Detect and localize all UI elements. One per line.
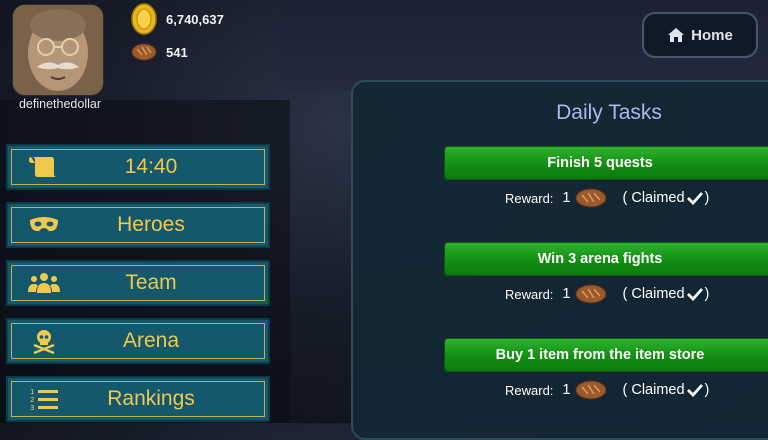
menu-item-timer[interactable]: 14:40 [6, 144, 270, 190]
bread-amount: 541 [166, 44, 188, 60]
task-bar-3[interactable]: Buy 1 item from the item store [444, 338, 768, 372]
scroll-icon [29, 157, 57, 177]
bread-icon [575, 284, 606, 304]
menu-item-arena[interactable]: Arena [6, 318, 270, 364]
claimed-close: ) [704, 286, 710, 302]
check-icon [686, 192, 703, 205]
check-icon [686, 384, 703, 397]
task-reward-3: Reward: 1 ( Claimed ) [505, 379, 709, 401]
menu-label-rankings: Rankings [107, 387, 195, 410]
task-reward-2: Reward: 1 ( Claimed ) [505, 283, 709, 305]
svg-text:1: 1 [30, 388, 34, 396]
panel-title: Daily Tasks [556, 101, 662, 124]
menu-label-arena: Arena [122, 329, 180, 352]
home-label: Home [691, 26, 733, 44]
claimed-status: ( Claimed ) [623, 286, 710, 302]
task-bar-2[interactable]: Win 3 arena fights [444, 242, 768, 276]
claimed-status: ( Claimed ) [623, 382, 710, 398]
claimed-status: ( Claimed ) [623, 190, 710, 206]
menu-item-heroes[interactable]: Heroes [6, 202, 270, 248]
bread-counter: 541 [131, 41, 188, 63]
home-icon [668, 28, 685, 42]
svg-text:3: 3 [30, 404, 34, 411]
reward-label: Reward: [505, 286, 554, 302]
claimed-close: ) [704, 190, 710, 206]
skull-crossbones-icon [33, 330, 55, 354]
menu-label-heroes: Heroes [117, 213, 185, 236]
menu-label-timer: 14:40 [124, 155, 178, 178]
reward-label: Reward: [505, 382, 554, 398]
reward-label: Reward: [505, 190, 554, 206]
gold-amount: 6,740,637 [166, 11, 224, 27]
username: definethedollar [18, 97, 101, 111]
check-icon [686, 288, 703, 301]
bread-icon [575, 188, 606, 208]
task-reward-1: Reward: 1 ( Claimed ) [505, 187, 709, 209]
claimed-text: ( Claimed [622, 286, 685, 302]
menu-item-team[interactable]: Team [6, 260, 270, 306]
reward-qty: 1 [562, 286, 571, 302]
bread-icon [575, 380, 606, 400]
mask-icon [30, 217, 58, 232]
gold-coin-icon [131, 3, 157, 35]
menu-label-team: Team [125, 271, 177, 294]
avatar[interactable] [13, 5, 103, 95]
reward-qty: 1 [562, 382, 571, 398]
bread-icon [131, 43, 157, 61]
menu-item-rankings[interactable]: 1 2 3 Rankings [6, 376, 270, 422]
gold-counter: 6,740,637 [131, 3, 224, 35]
reward-qty: 1 [562, 190, 571, 206]
claimed-close: ) [704, 382, 710, 398]
svg-text:2: 2 [30, 396, 34, 404]
claimed-text: ( Claimed [622, 190, 685, 206]
home-button[interactable]: Home [642, 12, 758, 58]
list-ol-icon: 1 2 3 [30, 388, 58, 411]
claimed-text: ( Claimed [622, 382, 685, 398]
users-icon [28, 273, 60, 293]
task-bar-1[interactable]: Finish 5 quests [444, 146, 768, 180]
